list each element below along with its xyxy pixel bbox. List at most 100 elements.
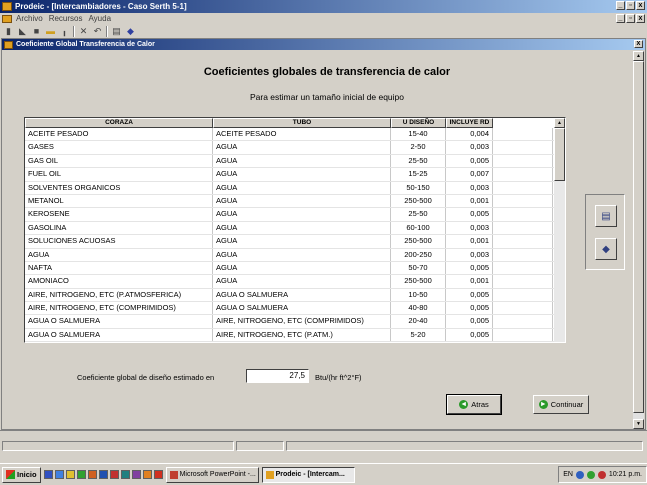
close-button[interactable]: x xyxy=(636,1,645,10)
cell-incluye-rd[interactable]: 0,001 xyxy=(446,194,493,208)
chart-icon[interactable]: ╻ xyxy=(59,26,70,37)
cell-coraza[interactable]: AIRE, NITROGENO, ETC (P.ATMOSFERICA) xyxy=(25,288,213,302)
maximize-button[interactable]: ▫ xyxy=(626,1,635,10)
table-row[interactable]: AGUA O SALMUERA AIRE, NITROGENO, ETC (COM… xyxy=(25,315,565,329)
cell-tubo[interactable]: AGUA xyxy=(213,141,391,154)
cell-incluye-rd[interactable]: 0,001 xyxy=(446,235,493,248)
cell-u-diseno[interactable]: 2-50 xyxy=(391,141,446,154)
cell-coraza[interactable]: ACEITE PESADO xyxy=(25,128,213,141)
cell-tubo[interactable]: AIRE, NITROGENO, ETC (COMPRIMIDOS) xyxy=(213,315,391,328)
table-row[interactable]: NAFTA AGUA 50-70 0,005 xyxy=(25,261,565,276)
cell-coraza[interactable]: AGUA xyxy=(25,248,213,261)
cell-incluye-rd[interactable]: 0,005 xyxy=(446,208,493,221)
table-row[interactable]: GASOLINA AGUA 60-100 0,003 xyxy=(25,221,565,236)
cell-u-diseno[interactable]: 5-20 xyxy=(391,328,446,342)
powerpoint-icon[interactable] xyxy=(87,470,97,479)
cell-coraza[interactable]: SOLVENTES ORGANICOS xyxy=(25,181,213,194)
child-close-button[interactable]: x xyxy=(636,14,645,23)
ie-icon[interactable] xyxy=(54,470,64,479)
cell-incluye-rd[interactable]: 0,005 xyxy=(446,328,493,342)
cell-incluye-rd[interactable]: 0,001 xyxy=(446,275,493,288)
cell-tubo[interactable]: AGUA xyxy=(213,235,391,248)
new-icon[interactable]: ▮ xyxy=(3,26,14,37)
cell-tubo[interactable]: AGUA xyxy=(213,261,391,275)
cell-u-diseno[interactable]: 50-70 xyxy=(391,261,446,275)
eraser-icon[interactable]: ◆ xyxy=(125,26,136,37)
folder-icon[interactable]: ▬ xyxy=(45,26,56,37)
cell-u-diseno[interactable]: 10-50 xyxy=(391,288,446,302)
child-minimize-button[interactable]: _ xyxy=(616,14,625,23)
child-close-icon[interactable]: x xyxy=(634,40,643,48)
child-vertical-scrollbar[interactable]: ▲ ▼ xyxy=(633,51,644,429)
excel-icon[interactable] xyxy=(76,470,86,479)
table-row[interactable]: AIRE, NITROGENO, ETC (COMPRIMIDOS) AGUA O… xyxy=(25,302,565,316)
cell-u-diseno[interactable]: 40-80 xyxy=(391,302,446,315)
table-row[interactable]: FUEL OIL AGUA 15-25 0,007 xyxy=(25,168,565,182)
cell-tubo[interactable]: AGUA xyxy=(213,154,391,168)
column-header-u-diseno[interactable]: U DISEÑO xyxy=(391,118,446,128)
continue-button[interactable]: ► Continuar xyxy=(533,395,589,414)
cell-incluye-rd[interactable]: 0,005 xyxy=(446,302,493,315)
grid-vertical-scrollbar[interactable]: ▲ xyxy=(554,118,565,342)
app-icon[interactable] xyxy=(120,470,130,479)
cell-incluye-rd[interactable]: 0,005 xyxy=(446,288,493,302)
cell-u-diseno[interactable]: 15-25 xyxy=(391,168,446,181)
cell-u-diseno[interactable]: 60-100 xyxy=(391,221,446,235)
cell-tubo[interactable]: ACEITE PESADO xyxy=(213,128,391,141)
cell-tubo[interactable]: AGUA xyxy=(213,275,391,288)
menu-ayuda[interactable]: Ayuda xyxy=(88,14,111,23)
cell-u-diseno[interactable]: 25-50 xyxy=(391,154,446,168)
cell-tubo[interactable]: AGUA xyxy=(213,194,391,208)
cell-tubo[interactable]: AGUA O SALMUERA xyxy=(213,302,391,315)
table-row[interactable]: SOLVENTES ORGANICOS AGUA 50-150 0,003 xyxy=(25,181,565,195)
calculator-button[interactable]: ▤ xyxy=(595,205,617,227)
word-icon[interactable] xyxy=(98,470,108,479)
cell-incluye-rd[interactable]: 0,004 xyxy=(446,128,493,141)
app-icon[interactable] xyxy=(131,470,141,479)
cell-coraza[interactable]: METANOL xyxy=(25,194,213,208)
cell-incluye-rd[interactable]: 0,003 xyxy=(446,141,493,154)
tray-icon[interactable] xyxy=(586,470,595,479)
cell-incluye-rd[interactable]: 0,007 xyxy=(446,168,493,181)
taskbar-item-prodeic[interactable]: Prodeic - [Intercam... xyxy=(261,466,355,483)
table-row[interactable]: AGUA AGUA 200-250 0,003 xyxy=(25,248,565,262)
table-row[interactable]: KEROSENE AGUA 25-50 0,005 xyxy=(25,208,565,222)
table-row[interactable]: ACEITE PESADO ACEITE PESADO 15-40 0,004 xyxy=(25,128,565,142)
menu-archivo[interactable]: Archivo xyxy=(16,14,43,23)
cell-u-diseno[interactable]: 250-500 xyxy=(391,194,446,208)
start-button[interactable]: Inicio xyxy=(2,466,41,483)
table-row[interactable]: AGUA O SALMUERA AIRE, NITROGENO, ETC (P.A… xyxy=(25,328,565,342)
table-row[interactable]: GASES AGUA 2-50 0,003 xyxy=(25,141,565,155)
eraser-button[interactable]: ◆ xyxy=(595,238,617,260)
cell-coraza[interactable]: AIRE, NITROGENO, ETC (COMPRIMIDOS) xyxy=(25,302,213,315)
desktop-icon[interactable] xyxy=(43,470,53,479)
cell-incluye-rd[interactable]: 0,003 xyxy=(446,248,493,261)
cell-incluye-rd[interactable]: 0,003 xyxy=(446,221,493,235)
undo-icon[interactable]: ↶ xyxy=(92,26,103,37)
cell-u-diseno[interactable]: 25-50 xyxy=(391,208,446,221)
cell-incluye-rd[interactable]: 0,005 xyxy=(446,315,493,328)
cell-incluye-rd[interactable]: 0,005 xyxy=(446,261,493,275)
child-scroll-thumb[interactable] xyxy=(633,61,644,413)
column-header-coraza[interactable]: CORAZA xyxy=(25,118,213,128)
cell-tubo[interactable]: AIRE, NITROGENO, ETC (P.ATM.) xyxy=(213,328,391,342)
delete-icon[interactable]: ✕ xyxy=(78,26,89,37)
cell-incluye-rd[interactable]: 0,003 xyxy=(446,181,493,194)
cell-u-diseno[interactable]: 20-40 xyxy=(391,315,446,328)
table-row[interactable]: GAS OIL AGUA 25-50 0,005 xyxy=(25,154,565,169)
taskbar-item-powerpoint[interactable]: Microsoft PowerPoint -... xyxy=(165,466,259,483)
cell-coraza[interactable]: SOLUCIONES ACUOSAS xyxy=(25,235,213,248)
table-row[interactable]: AIRE, NITROGENO, ETC (P.ATMOSFERICA) AGUA… xyxy=(25,288,565,303)
cell-u-diseno[interactable]: 250-500 xyxy=(391,235,446,248)
cell-tubo[interactable]: AGUA xyxy=(213,168,391,181)
tray-icon[interactable] xyxy=(575,470,584,479)
child-scroll-down-icon[interactable]: ▼ xyxy=(633,419,644,429)
explorer-icon[interactable] xyxy=(65,470,75,479)
cell-coraza[interactable]: AGUA O SALMUERA xyxy=(25,328,213,342)
cell-coraza[interactable]: NAFTA xyxy=(25,261,213,275)
cell-coraza[interactable]: GASOLINA xyxy=(25,221,213,235)
save-icon[interactable]: ■ xyxy=(31,26,42,37)
coefficients-grid[interactable]: CORAZA TUBO U DISEÑO INCLUYE RD ACEITE P… xyxy=(24,117,566,343)
child-scroll-up-icon[interactable]: ▲ xyxy=(633,51,644,61)
table-row[interactable]: METANOL AGUA 250-500 0,001 xyxy=(25,194,565,209)
